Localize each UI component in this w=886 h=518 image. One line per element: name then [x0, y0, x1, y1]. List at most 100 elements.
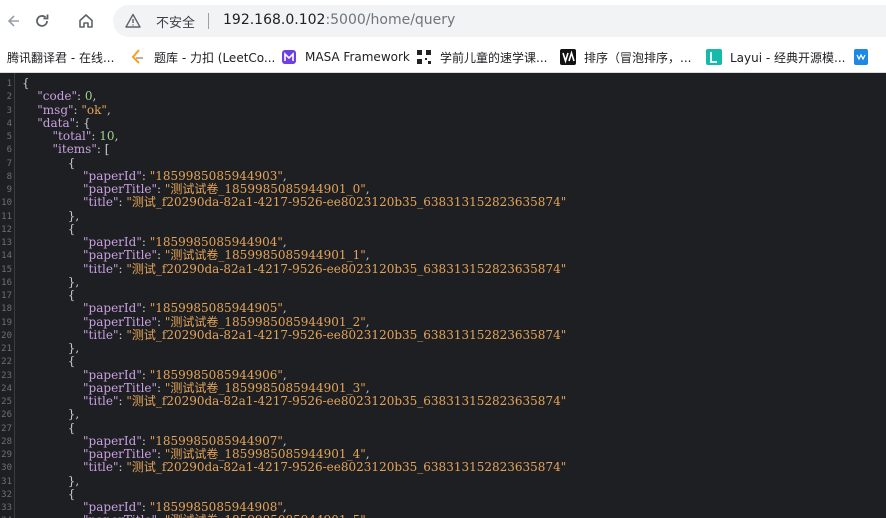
- line-number: 14: [1, 251, 12, 262]
- json-string: "1859985085944903": [149, 168, 283, 183]
- json-punct: },: [22, 208, 80, 223]
- json-line: {: [22, 222, 76, 236]
- json-punct: :: [141, 367, 150, 382]
- line-number: 4: [6, 118, 12, 129]
- json-punct: ,: [114, 129, 119, 143]
- json-punct: [22, 368, 83, 382]
- json-line: "msg": "ok",: [22, 102, 111, 117]
- json-line: },: [22, 341, 80, 355]
- json-punct: : {: [75, 115, 91, 130]
- json-key: "title": [83, 195, 119, 210]
- bookmark-doc[interactable]: [853, 49, 877, 65]
- json-punct: [22, 129, 53, 143]
- bookmark-tencent-translate[interactable]: 腾讯翻译君 - 在线...: [7, 49, 114, 65]
- json-line: "paperId": "1859985085944905",: [22, 302, 287, 315]
- json-punct: ,: [365, 380, 370, 395]
- json-punct: :: [141, 500, 150, 514]
- json-string: "1859985085944907": [149, 433, 283, 448]
- json-line: "paperTitle": "测试试卷_1859985085944901_3",: [22, 380, 370, 395]
- bookmark-leetcode[interactable]: 题库 - 力扣 (LeetCo...: [130, 49, 275, 65]
- json-punct: [22, 89, 37, 103]
- json-number: 0: [84, 89, 93, 104]
- json-punct: [22, 500, 83, 514]
- json-string: "测试试卷_1859985085944901_0": [164, 182, 366, 196]
- address-bar[interactable]: 不安全 192.168.0.102:5000/home/query: [113, 5, 886, 37]
- qrcode-icon: [417, 50, 431, 64]
- json-punct: :: [77, 89, 85, 104]
- line-number: 26: [1, 410, 12, 421]
- bookmark-masa[interactable]: MASA Framework: [281, 49, 410, 65]
- json-key: "title": [83, 394, 119, 408]
- json-punct: [22, 235, 83, 249]
- url-host: 192.168.0.102: [223, 12, 326, 28]
- va-icon: [560, 49, 576, 65]
- json-punct: {: [22, 76, 30, 90]
- json-line: "paperTitle": "测试试卷_1859985085944901_1",: [22, 249, 370, 262]
- line-number: 22: [1, 357, 12, 368]
- json-key: "code": [37, 89, 78, 104]
- json-string: "1859985085944906": [149, 367, 283, 382]
- json-line: },: [22, 474, 79, 488]
- json-string: "测试试卷_1859985085944901_3": [164, 380, 366, 395]
- json-number: 10: [99, 129, 115, 143]
- json-punct: ,: [365, 248, 370, 263]
- bookmark-preschool[interactable]: 学前儿童的速学课...: [416, 49, 547, 65]
- json-key: "data": [37, 115, 76, 130]
- json-key: "paperTitle": [83, 447, 158, 461]
- reload-button[interactable]: [27, 6, 57, 36]
- json-key: "title": [83, 460, 119, 475]
- json-string: "测试_f20290da-82a1-4217-9526-ee8023120b35…: [126, 460, 567, 475]
- back-button[interactable]: [0, 6, 30, 36]
- json-line: {: [22, 421, 76, 435]
- line-number: 15: [1, 264, 12, 275]
- json-punct: :: [157, 513, 165, 518]
- json-punct: ,: [282, 235, 287, 249]
- json-punct: :: [157, 248, 165, 263]
- line-number: 1: [6, 79, 12, 89]
- json-punct: :: [157, 314, 165, 329]
- url-path: :5000/home/query: [325, 12, 456, 28]
- json-punct: [22, 103, 37, 117]
- line-number: 17: [1, 291, 12, 301]
- json-punct: :: [157, 182, 165, 196]
- json-key: "title": [83, 327, 119, 342]
- json-key: "paperId": [83, 168, 142, 183]
- json-punct: [22, 434, 83, 448]
- json-key: "title": [83, 261, 119, 276]
- line-number: 28: [1, 436, 12, 447]
- warning-icon[interactable]: [125, 13, 141, 29]
- json-line: },: [22, 275, 79, 289]
- json-punct: ,: [365, 182, 370, 196]
- json-punct: [22, 301, 83, 315]
- masa-icon: [282, 50, 296, 64]
- line-number: 25: [1, 397, 12, 407]
- json-line: "title": "测试_f20290da-82a1-4217-9526-ee8…: [22, 461, 566, 474]
- json-string: "测试_f20290da-82a1-4217-9526-ee8023120b35…: [126, 261, 567, 276]
- bookmark-label: 学前儿童的速学课...: [440, 50, 548, 65]
- url-text[interactable]: 192.168.0.102:5000/home/query: [223, 12, 455, 28]
- json-punct: ,: [282, 433, 287, 448]
- line-number: 8: [6, 171, 12, 182]
- json-punct: ,: [282, 367, 287, 382]
- json-string: "ok": [81, 102, 107, 117]
- line-number: 31: [1, 476, 12, 487]
- json-punct: [22, 195, 83, 209]
- json-punct: {: [22, 486, 76, 501]
- line-number: 10: [1, 198, 12, 209]
- line-number: 33: [1, 503, 12, 513]
- home-button[interactable]: [71, 6, 101, 36]
- line-number: 5: [6, 132, 12, 142]
- json-string: "测试试卷_1859985085944901_1": [164, 248, 366, 263]
- json-line: "paperTitle": "测试试卷_1859985085944901_2",: [22, 314, 370, 329]
- security-status[interactable]: 不安全: [156, 12, 195, 31]
- json-punct: [22, 248, 83, 262]
- json-punct: [22, 381, 83, 395]
- json-line: "title": "测试_f20290da-82a1-4217-9526-ee8…: [22, 394, 566, 408]
- json-key: "paperId": [83, 367, 142, 382]
- line-number: 18: [1, 304, 12, 315]
- line-number: 20: [1, 330, 12, 341]
- json-punct: :: [141, 433, 150, 448]
- json-punct: },: [22, 341, 80, 355]
- bookmark-layui[interactable]: Layui - 经典开源模...: [706, 49, 845, 65]
- bookmark-sorting[interactable]: 排序（冒泡排序，...: [560, 49, 691, 65]
